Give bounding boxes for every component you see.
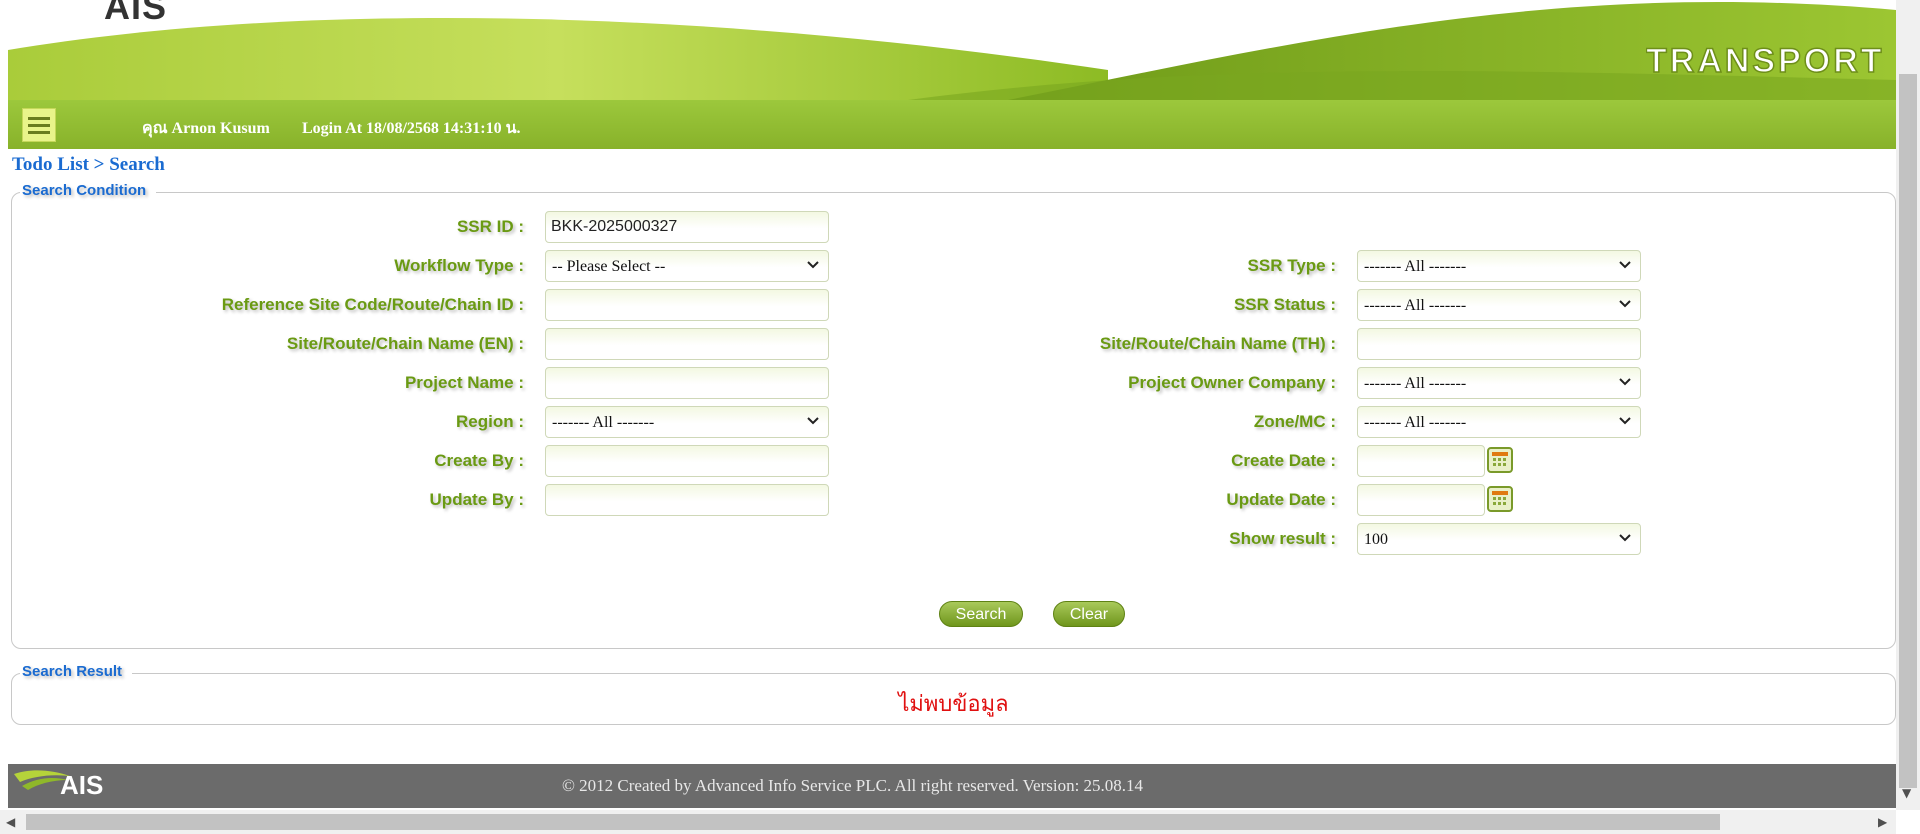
login-time: Login At 18/08/2568 14:31:10 น. [302, 120, 521, 137]
region-label: Region : [456, 412, 524, 431]
chevron-down-icon [1619, 300, 1631, 308]
ssr-status-value: ------- All ------- [1364, 297, 1467, 314]
region-select[interactable]: ------- All ------- [545, 406, 829, 438]
show-result-label: Show result : [1229, 529, 1336, 548]
menu-line [28, 116, 50, 120]
ssr-id-label: SSR ID : [456, 217, 524, 236]
site-name-th-input[interactable] [1357, 328, 1641, 360]
vertical-scrollbar[interactable]: ▼ [1896, 0, 1920, 810]
copyright-text: © 2012 Created by Advanced Info Service … [562, 776, 1144, 795]
ssr-status-select[interactable]: ------- All ------- [1357, 289, 1641, 321]
update-by-input[interactable] [545, 484, 829, 516]
update-by-label: Update By : [429, 490, 524, 509]
chevron-down-icon [1619, 417, 1631, 425]
header-banner: AIS TRANSPORT [8, 0, 1896, 100]
vertical-scroll-thumb[interactable] [1899, 74, 1917, 788]
scroll-down-arrow-icon[interactable]: ▼ [1902, 786, 1911, 800]
ssr-type-value: ------- All ------- [1364, 258, 1467, 275]
create-date-label: Create Date : [1231, 451, 1336, 470]
zone-mc-select[interactable]: ------- All ------- [1357, 406, 1641, 438]
create-by-input[interactable] [545, 445, 829, 477]
search-result-panel: Search Result ไม่พบข้อมูล [11, 663, 1896, 725]
scroll-right-arrow-icon[interactable]: ▶ [1878, 815, 1887, 829]
project-owner-label: Project Owner Company : [1128, 373, 1336, 392]
menu-line [28, 130, 50, 134]
search-button[interactable]: Search [939, 601, 1023, 627]
chevron-down-icon [1619, 378, 1631, 386]
chevron-down-icon [1619, 261, 1631, 269]
horizontal-scrollbar[interactable]: ◀ ▶ [0, 810, 1896, 834]
region-value: ------- All ------- [552, 414, 655, 431]
clear-button[interactable]: Clear [1053, 601, 1125, 627]
ssr-type-select[interactable]: ------- All ------- [1357, 250, 1641, 282]
ssr-status-label: SSR Status : [1233, 295, 1336, 314]
breadcrumb: Todo List > Search [12, 154, 165, 175]
reference-site-label: Reference Site Code/Route/Chain ID : [221, 295, 524, 314]
update-date-input[interactable] [1357, 484, 1485, 516]
nav-bar: คุณ Arnon Kusum Login At 18/08/2568 14:3… [8, 100, 1896, 149]
ssr-type-label: SSR Type : [1247, 256, 1336, 275]
ais-logo: AIS [104, 0, 168, 27]
project-owner-value: ------- All ------- [1364, 375, 1467, 392]
horizontal-scroll-thumb[interactable] [26, 814, 1720, 830]
ssr-id-input[interactable]: BKK-2025000327 [545, 211, 829, 243]
project-name-label: Project Name : [404, 373, 524, 392]
site-name-th-label: Site/Route/Chain Name (TH) : [1099, 334, 1336, 353]
site-name-en-label: Site/Route/Chain Name (EN) : [286, 334, 524, 353]
search-result-legend: Search Result [20, 663, 133, 680]
scroll-left-arrow-icon[interactable]: ◀ [6, 815, 15, 829]
user-name: คุณ Arnon Kusum [142, 120, 270, 137]
chevron-down-icon [807, 261, 819, 269]
workflow-type-select[interactable]: -- Please Select -- [545, 250, 829, 282]
workflow-type-label: Workflow Type : [394, 256, 524, 275]
chevron-down-icon [807, 417, 819, 425]
site-name-en-input[interactable] [545, 328, 829, 360]
chevron-down-icon [1619, 534, 1631, 542]
banner-wave-graphic [8, 2, 1896, 100]
calendar-icon[interactable] [1487, 486, 1513, 512]
footer: AIS © 2012 Created by Advanced Info Serv… [8, 764, 1896, 808]
search-condition-legend: Search Condition [20, 182, 157, 199]
app-title: TRANSPORT [1646, 42, 1885, 81]
no-data-message: ไม่พบข้อมูล [898, 691, 1009, 716]
zone-mc-label: Zone/MC : [1253, 412, 1336, 431]
create-by-label: Create By : [434, 451, 524, 470]
menu-line [28, 123, 50, 127]
show-result-select[interactable]: 100 [1357, 523, 1641, 555]
create-date-input[interactable] [1357, 445, 1485, 477]
project-owner-select[interactable]: ------- All ------- [1357, 367, 1641, 399]
hamburger-menu-button[interactable] [22, 108, 56, 142]
calendar-grid [1492, 452, 1508, 466]
calendar-icon[interactable] [1487, 447, 1513, 473]
reference-site-input[interactable] [545, 289, 829, 321]
zone-mc-value: ------- All ------- [1364, 414, 1467, 431]
update-date-label: Update Date : [1226, 490, 1336, 509]
project-name-input[interactable] [545, 367, 829, 399]
workflow-type-value: -- Please Select -- [552, 258, 666, 275]
calendar-grid [1492, 491, 1508, 505]
show-result-value: 100 [1364, 531, 1388, 548]
footer-ais-logo: AIS [60, 770, 104, 800]
